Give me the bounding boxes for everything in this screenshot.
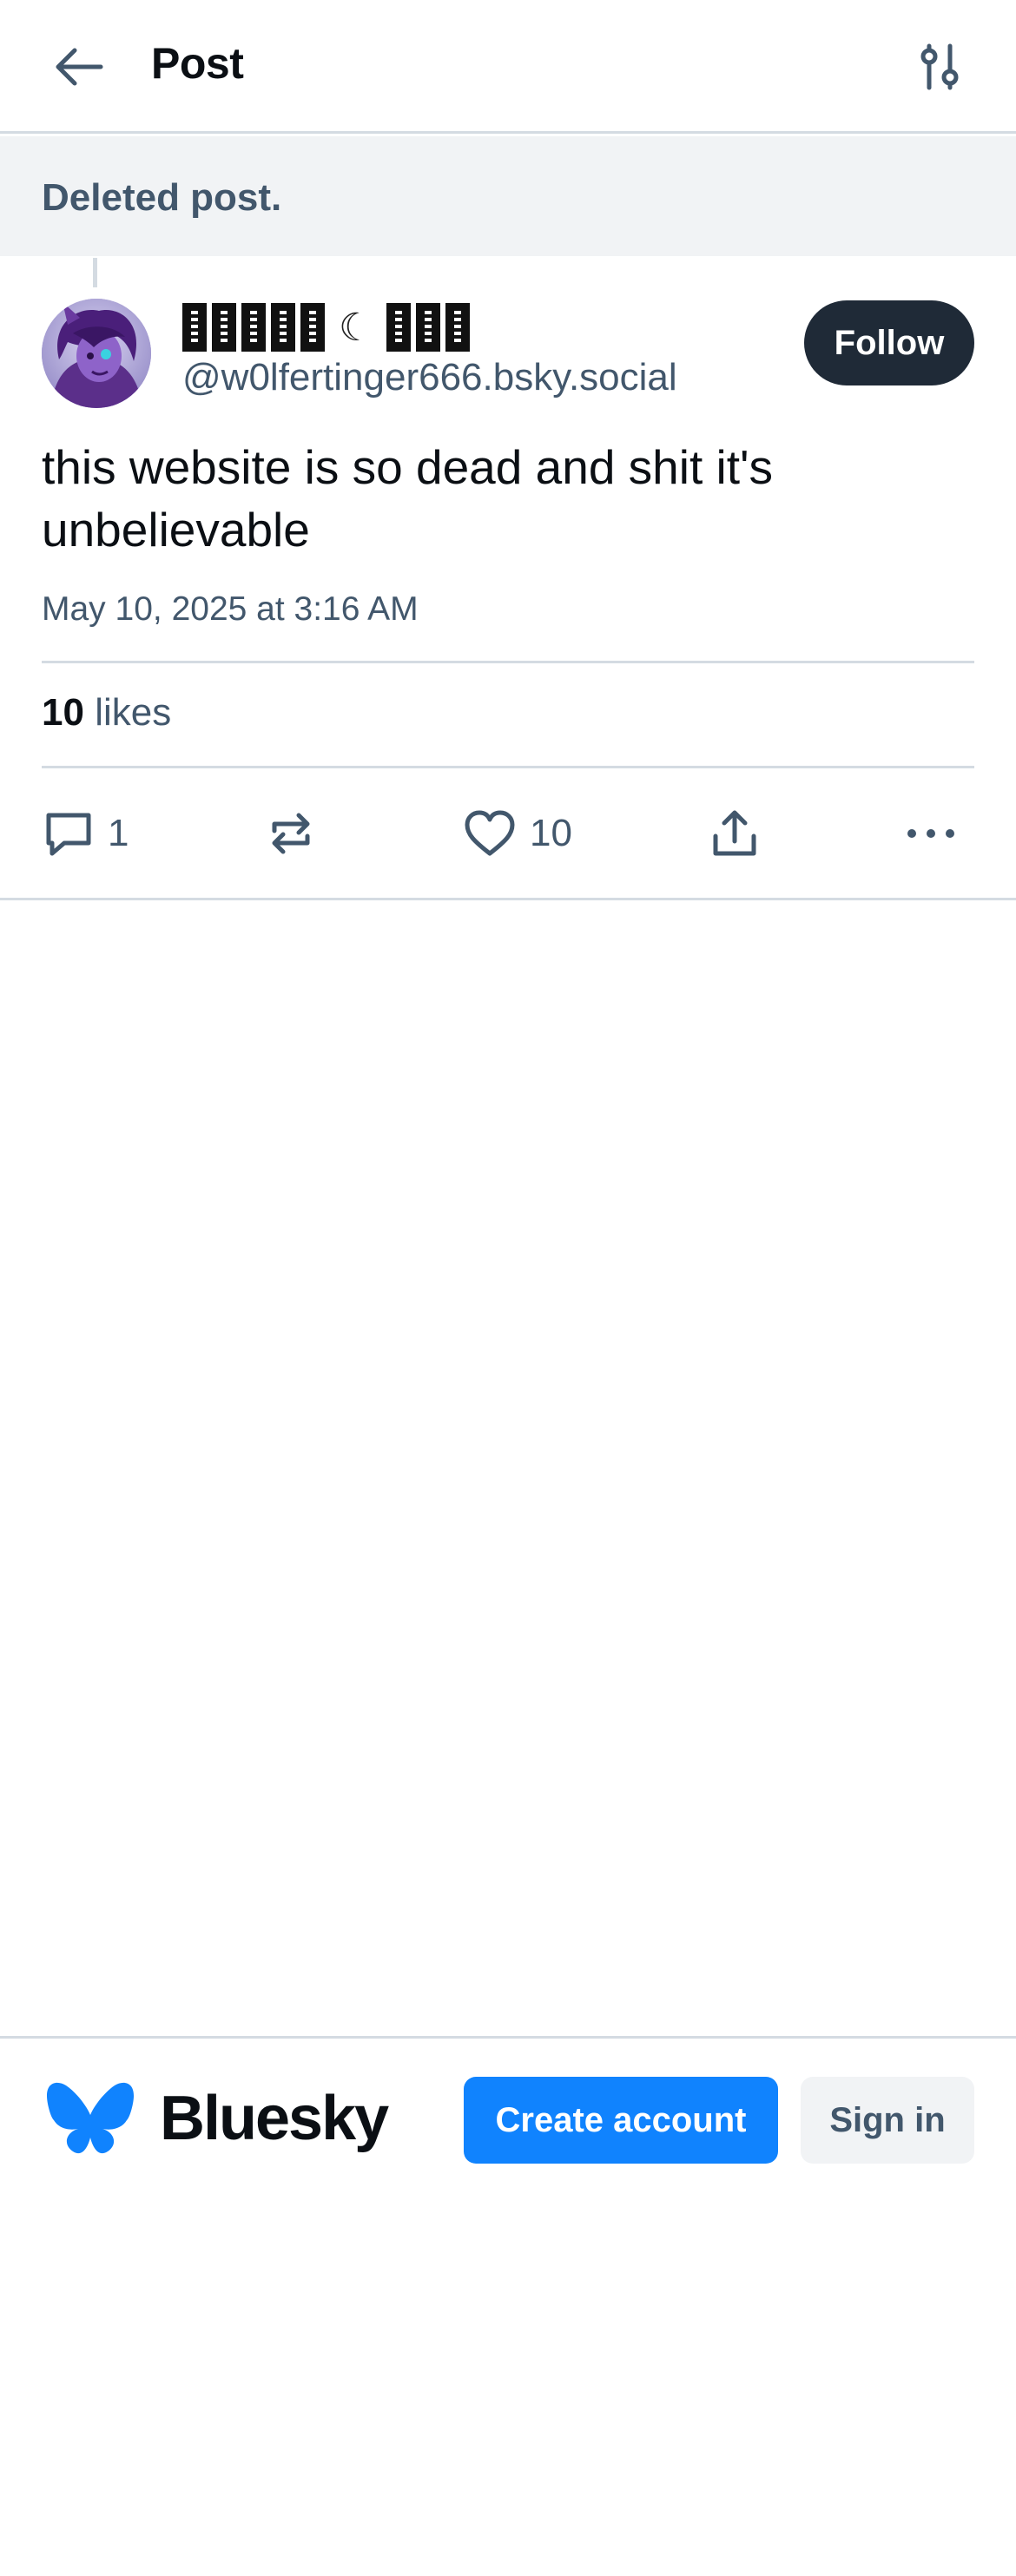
reply-button[interactable]: 1 [42,800,129,866]
likes-count: 10 [42,691,84,734]
emoji-glyph [271,303,295,352]
post-timestamp[interactable]: May 10, 2025 at 3:16 AM [42,590,419,629]
author-handle[interactable]: @w0lfertinger666.bsky.social [182,356,677,399]
emoji-glyph [300,303,325,352]
likes-label: likes [95,691,172,734]
divider [42,766,974,768]
brand[interactable]: Bluesky [47,2080,389,2157]
like-button[interactable]: 10 [462,800,572,866]
divider [0,898,1016,900]
author-display-name[interactable]: ☾ [182,300,471,354]
share-button[interactable] [709,800,761,866]
post-action-bar: 1 10 [0,785,1016,880]
butterfly-logo-icon [47,2082,134,2154]
ellipsis-icon [907,829,954,838]
deleted-post-banner: Deleted post. [0,136,1016,256]
post-text: this website is so dead and shit it's un… [42,440,774,557]
emoji-glyph [241,303,266,352]
emoji-glyph [445,303,471,352]
emoji-glyph [386,303,412,352]
like-count: 10 [530,812,572,854]
back-button[interactable] [42,35,115,99]
moon-symbol: ☾ [339,306,373,349]
create-account-button[interactable]: Create account [464,2077,778,2164]
repost-button[interactable] [264,800,318,866]
reply-icon [46,813,91,856]
thread-settings-button[interactable] [905,35,974,99]
repost-icon [272,813,310,854]
brand-name: Bluesky [160,2084,389,2153]
reply-count: 1 [108,812,129,854]
avatar-image [42,299,151,408]
share-icon [713,810,756,856]
avatar[interactable] [42,299,151,408]
bottom-signup-bar: Bluesky Create account Sign in [0,2036,1016,2164]
emoji-glyph [182,303,207,352]
likes-link[interactable]: 10 likes [42,691,171,735]
sign-in-button[interactable]: Sign in [801,2077,974,2164]
page-title: Post [151,39,244,88]
thread-connector-line [93,258,97,287]
arrow-left-icon [56,48,103,86]
divider [42,661,974,663]
follow-button[interactable]: Follow [804,300,974,385]
deleted-post-text: Deleted post. [42,176,282,219]
emoji-glyph [212,303,236,352]
emoji-glyph [416,303,441,352]
heart-icon [465,810,515,856]
more-options-button[interactable] [903,800,959,866]
sliders-icon [920,43,959,90]
top-header: Post [0,0,1016,134]
